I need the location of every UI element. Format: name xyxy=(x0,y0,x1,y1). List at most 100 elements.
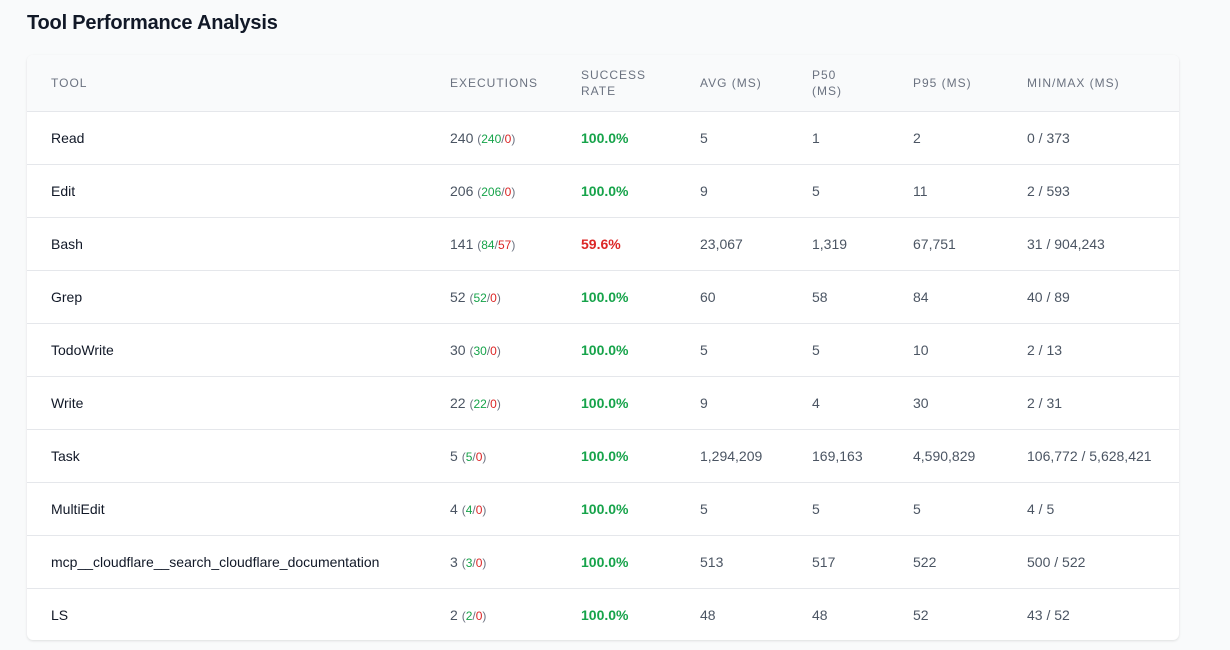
executions-breakdown: (30/0) xyxy=(469,343,501,358)
p95-cell: 4,590,829 xyxy=(889,429,1003,483)
failure-count: 57 xyxy=(497,237,512,252)
executions-cell: 3 (3/0) xyxy=(426,535,557,589)
p50-cell: 517 xyxy=(788,535,889,589)
failure-count: 0 xyxy=(475,449,483,464)
tool-name-cell: Edit xyxy=(27,164,426,218)
tool-name-cell: LS xyxy=(51,606,69,623)
minmax-cell: 2 / 593 xyxy=(1003,164,1179,218)
success-rate-value: 100.0% xyxy=(581,288,629,305)
table-row[interactable]: MultiEdit 4 (4/0) 100.0% 5 5 5 4 / 5 xyxy=(27,482,1179,536)
executions-cell: 52 (52/0) xyxy=(426,270,557,324)
executions-total: 2 xyxy=(450,606,458,623)
column-header-avg[interactable]: AVG (MS) xyxy=(676,55,788,112)
p95-cell: 2 xyxy=(889,111,1003,165)
success-rate-cell: 100.0% xyxy=(557,270,676,324)
avg-cell: 5 xyxy=(676,111,788,165)
p95-cell: 5 xyxy=(889,482,1003,536)
success-count: 240 xyxy=(481,131,502,146)
p95-cell: 52 xyxy=(913,606,929,623)
executions-breakdown: (240/0) xyxy=(477,131,516,146)
executions-cell: 30 (30/0) xyxy=(426,323,557,377)
failure-count: 0 xyxy=(475,608,483,623)
minmax-cell: 40 / 89 xyxy=(1003,270,1179,324)
tool-name-cell: MultiEdit xyxy=(27,482,426,536)
failure-count: 0 xyxy=(490,290,497,305)
success-rate-value: 100.0% xyxy=(581,606,629,623)
success-count: 52 xyxy=(473,290,487,305)
success-rate-cell: 59.6% xyxy=(557,217,676,271)
success-rate-value: 100.0% xyxy=(581,500,629,517)
tool-performance-card: TOOL EXECUTIONS SUCCESS RATE AVG (MS) P50… xyxy=(27,55,1179,640)
column-header-p95[interactable]: P95 (MS) xyxy=(889,55,1003,112)
p50-cell: 169,163 xyxy=(788,429,889,483)
failure-count: 0 xyxy=(475,502,483,517)
column-header-minmax[interactable]: MIN/MAX (MS) xyxy=(1003,55,1179,112)
table-header-row: TOOL EXECUTIONS SUCCESS RATE AVG (MS) P50… xyxy=(27,55,1179,112)
tool-name-cell: Task xyxy=(27,429,426,483)
failure-count: 0 xyxy=(475,555,483,570)
p50-cell: 1 xyxy=(788,111,889,165)
success-rate-cell: 100.0% xyxy=(557,588,676,640)
success-rate-cell: 100.0% xyxy=(557,323,676,377)
executions-breakdown: (3/0) xyxy=(461,555,487,570)
minmax-cell: 4 / 5 xyxy=(1003,482,1179,536)
table-row[interactable]: Write 22 (22/0) 100.0% 9 4 30 2 / 31 xyxy=(27,376,1179,430)
success-rate-value: 100.0% xyxy=(581,394,629,411)
table-row[interactable]: Bash 141 (84/57) 59.6% 23,067 1,319 67,751 31 … xyxy=(27,217,1179,271)
column-header-p50[interactable]: P50 (MS) xyxy=(788,55,889,112)
p95-cell: 522 xyxy=(889,535,1003,589)
success-count: 2 xyxy=(465,608,473,623)
executions-cell: 141 (84/57) xyxy=(426,217,557,271)
executions-total: 240 xyxy=(450,129,474,146)
success-count: 84 xyxy=(481,237,495,252)
table-row[interactable]: Read 240 (240/0) 100.0% 5 1 2 0 / 373 xyxy=(27,111,1179,165)
executions-cell: 5 (5/0) xyxy=(426,429,557,483)
executions-breakdown: (84/57) xyxy=(477,237,516,252)
executions-breakdown: (4/0) xyxy=(461,502,487,517)
avg-cell: 9 xyxy=(676,164,788,218)
executions-cell: 22 (22/0) xyxy=(426,376,557,430)
success-count: 206 xyxy=(481,184,502,199)
success-count: 4 xyxy=(465,502,473,517)
executions-cell: 4 (4/0) xyxy=(426,482,557,536)
success-rate-cell: 100.0% xyxy=(557,164,676,218)
tool-name-cell: Write xyxy=(27,376,426,430)
tool-name-cell: Grep xyxy=(27,270,426,324)
column-header-success-rate[interactable]: SUCCESS RATE xyxy=(557,55,676,112)
table-row[interactable]: Grep 52 (52/0) 100.0% 60 58 84 40 / 89 xyxy=(27,270,1179,324)
failure-count: 0 xyxy=(504,131,512,146)
success-count: 30 xyxy=(473,343,487,358)
success-count: 3 xyxy=(465,555,473,570)
minmax-cell: 106,772 / 5,628,421 xyxy=(1003,429,1179,483)
p95-cell: 11 xyxy=(889,164,1003,218)
table-row[interactable]: mcp__cloudflare__search_cloudflare_docum… xyxy=(27,535,1179,589)
avg-cell: 60 xyxy=(676,270,788,324)
avg-cell: 1,294,209 xyxy=(676,429,788,483)
p50-cell: 5 xyxy=(788,482,889,536)
column-header-executions[interactable]: EXECUTIONS xyxy=(426,55,557,112)
p50-cell: 5 xyxy=(788,164,889,218)
table-row[interactable]: Task 5 (5/0) 100.0% 1,294,209 169,163 4,590,8… xyxy=(27,429,1179,483)
table-row[interactable]: LS 2 (2/0) 100.0% 48 48 52 43 / 52 xyxy=(27,588,1179,640)
p50-cell: 1,319 xyxy=(788,217,889,271)
executions-cell: 240 (240/0) xyxy=(426,111,557,165)
success-rate-cell: 100.0% xyxy=(557,376,676,430)
success-rate-value: 100.0% xyxy=(581,341,629,358)
table-row[interactable]: Edit 206 (206/0) 100.0% 9 5 11 2 / 593 xyxy=(27,164,1179,218)
minmax-cell: 31 / 904,243 xyxy=(1003,217,1179,271)
executions-cell: 206 (206/0) xyxy=(426,164,557,218)
avg-cell: 9 xyxy=(676,376,788,430)
executions-total: 22 xyxy=(450,394,466,411)
success-rate-cell: 100.0% xyxy=(557,535,676,589)
executions-breakdown: (22/0) xyxy=(469,396,501,411)
column-header-tool[interactable]: TOOL xyxy=(27,55,426,112)
success-rate-value: 100.0% xyxy=(581,553,629,570)
success-rate-value: 100.0% xyxy=(581,447,629,464)
failure-count: 0 xyxy=(490,343,497,358)
tool-name-cell: Bash xyxy=(27,217,426,271)
table-row[interactable]: TodoWrite 30 (30/0) 100.0% 5 5 10 2 / 13 xyxy=(27,323,1179,377)
success-count: 22 xyxy=(473,396,487,411)
executions-total: 3 xyxy=(450,553,458,570)
avg-cell: 5 xyxy=(676,323,788,377)
success-rate-value: 100.0% xyxy=(581,182,629,199)
